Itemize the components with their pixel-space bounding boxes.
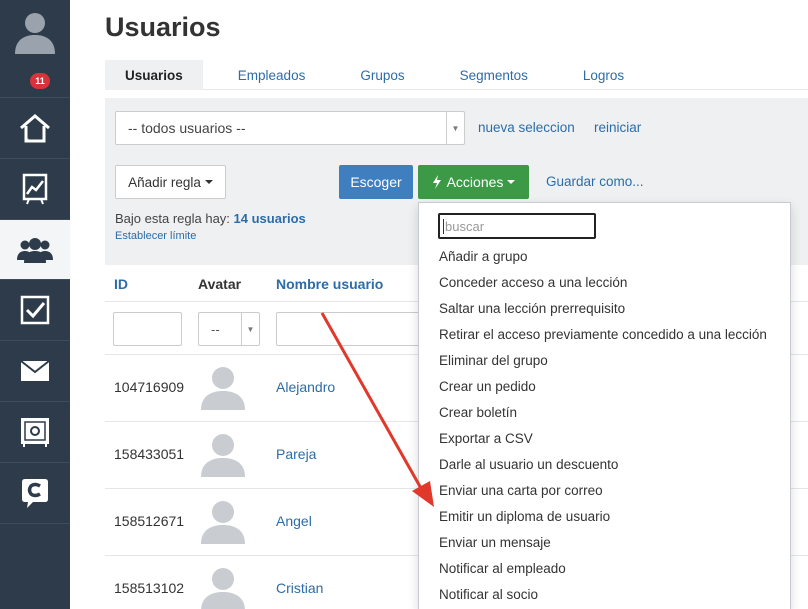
sidebar-item-reports[interactable] (0, 159, 70, 220)
menu-item-skip-prerequisite[interactable]: Saltar una lección prerrequisito (439, 301, 625, 316)
menu-item-remove-from-group[interactable]: Eliminar del grupo (439, 353, 548, 368)
default-avatar-icon (201, 501, 245, 544)
home-icon (20, 114, 50, 143)
choose-button[interactable]: Escoger (339, 165, 413, 199)
sidebar-item-home[interactable] (0, 98, 70, 159)
add-rule-label: Añadir regla (128, 174, 201, 190)
sidebar: 11 (0, 0, 70, 609)
bolt-icon (432, 175, 441, 189)
sidebar-item-chat[interactable] (0, 463, 70, 524)
menu-item-grant-lesson-access[interactable]: Conceder acceso a una lección (439, 275, 627, 290)
actions-button[interactable]: Acciones (418, 165, 529, 199)
menu-item-revoke-lesson-access[interactable]: Retirar el acceso previamente concedido … (439, 327, 767, 342)
menu-item-add-to-group[interactable]: Añadir a grupo (439, 249, 528, 264)
set-limit-link[interactable]: Establecer límite (115, 230, 196, 242)
reset-link[interactable]: reiniciar (594, 120, 641, 135)
chart-icon (22, 173, 48, 205)
tab-usuarios[interactable]: Usuarios (105, 60, 203, 90)
add-rule-button[interactable]: Añadir regla (115, 165, 226, 199)
safe-icon (21, 418, 49, 447)
username-link[interactable]: Alejandro (276, 379, 335, 395)
user-id: 158513102 (114, 580, 185, 596)
caret-down-icon (507, 180, 516, 184)
default-avatar-icon (201, 367, 245, 410)
username-link[interactable]: Pareja (276, 446, 316, 462)
sidebar-item-mail[interactable] (0, 341, 70, 402)
default-avatar-icon (201, 434, 245, 477)
column-header-avatar: Avatar (198, 276, 242, 292)
rule-summary: Bajo esta regla hay: 14 usuarios (115, 211, 306, 226)
avatar-filter-value: -- (211, 321, 220, 337)
tab-logros[interactable]: Logros (563, 60, 644, 90)
user-id: 158512671 (114, 513, 185, 529)
new-selection-link[interactable]: nueva seleccion (478, 120, 575, 135)
column-header-username[interactable]: Nombre usuario (276, 276, 383, 292)
notification-badge: 11 (30, 73, 50, 89)
save-as-link[interactable]: Guardar como... (546, 174, 644, 189)
actions-search-input[interactable]: buscar (438, 213, 596, 239)
menu-item-issue-diploma[interactable]: Emitir un diploma de usuario (439, 509, 610, 524)
sidebar-item-safe[interactable] (0, 402, 70, 463)
menu-item-export-csv[interactable]: Exportar a CSV (439, 431, 533, 446)
rule-user-count[interactable]: 14 usuarios (234, 211, 306, 226)
username-filter-input[interactable] (276, 312, 421, 346)
user-id: 104716909 (114, 379, 185, 395)
page-title: Usuarios (105, 12, 221, 42)
menu-item-create-newsletter[interactable]: Crear boletín (439, 405, 517, 420)
actions-label: Acciones (446, 174, 504, 190)
user-selection-select[interactable]: -- todos usuarios -- ▼ (115, 111, 465, 145)
chevron-down-icon: ▼ (446, 112, 464, 144)
menu-item-notify-employee[interactable]: Notificar al empleado (439, 561, 566, 576)
menu-item-send-letter[interactable]: Enviar una carta por correo (439, 483, 603, 498)
username-link[interactable]: Cristian (276, 580, 323, 596)
avatar-filter-select[interactable]: -- ▼ (198, 312, 260, 346)
actions-dropdown-menu: buscar Añadir a grupo Conceder acceso a … (418, 202, 791, 609)
rule-summary-prefix: Bajo esta regla hay: (115, 211, 230, 226)
tab-grupos[interactable]: Grupos (340, 60, 424, 90)
tab-empleados[interactable]: Empleados (218, 60, 326, 90)
caret-down-icon (204, 180, 213, 184)
sidebar-item-users[interactable] (0, 220, 70, 280)
user-selection-value: -- todos usuarios -- (128, 120, 246, 136)
username-link[interactable]: Angel (276, 513, 312, 529)
menu-item-create-order[interactable]: Crear un pedido (439, 379, 536, 394)
actions-search-placeholder: buscar (445, 218, 485, 234)
tab-segmentos[interactable]: Segmentos (440, 60, 548, 90)
chevron-down-icon: ▼ (241, 313, 259, 345)
id-filter-input[interactable] (113, 312, 182, 346)
users-icon (17, 237, 53, 263)
text-cursor (443, 218, 444, 234)
sidebar-item-tasks[interactable] (0, 280, 70, 341)
menu-item-send-message[interactable]: Enviar un mensaje (439, 535, 551, 550)
column-header-id[interactable]: ID (114, 276, 128, 292)
tab-bar: Usuarios Empleados Grupos Segmentos Logr… (105, 60, 808, 90)
menu-item-notify-partner[interactable]: Notificar al socio (439, 587, 538, 602)
checkbox-icon (20, 295, 50, 325)
user-avatar-icon (15, 13, 55, 54)
mail-icon (20, 360, 50, 381)
menu-item-give-discount[interactable]: Darle al usuario un descuento (439, 457, 618, 472)
user-id: 158433051 (114, 446, 185, 462)
chat-c-icon (22, 479, 48, 508)
default-avatar-icon (201, 568, 245, 609)
sidebar-user-avatar[interactable] (0, 0, 70, 62)
